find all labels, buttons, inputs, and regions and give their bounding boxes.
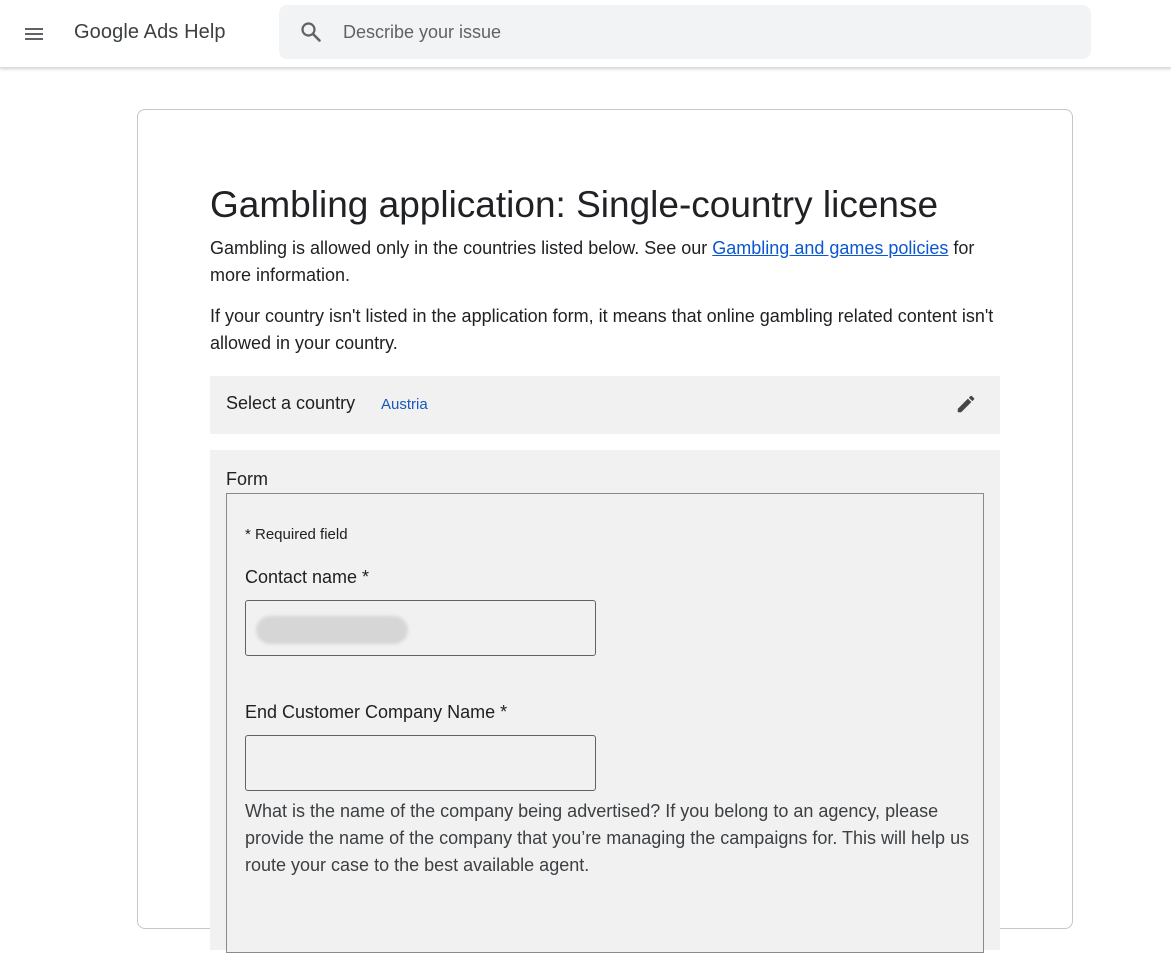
pencil-icon xyxy=(957,395,975,413)
intro-paragraph: Gambling is allowed only in the countrie… xyxy=(210,235,1010,289)
required-field-note: * Required field xyxy=(245,526,348,543)
article-card: Gambling application: Single-country lic… xyxy=(137,109,1073,953)
form-section-label: Form xyxy=(226,469,268,489)
form-section: Form * Required field Contact name * End… xyxy=(210,450,1000,953)
redacted-contact-name xyxy=(256,616,408,644)
edit-country-button[interactable] xyxy=(952,390,980,418)
page-title: Gambling application: Single-country lic… xyxy=(210,184,939,225)
brand-title[interactable]: Google Ads Help xyxy=(74,21,226,44)
hamburger-menu-icon xyxy=(25,28,43,40)
country-selector[interactable]: Select a country Austria xyxy=(210,376,1000,434)
form-fieldset: * Required field Contact name * End Cust… xyxy=(226,493,984,953)
search-icon[interactable] xyxy=(299,20,323,44)
company-name-help-text: What is the name of the company being ad… xyxy=(245,801,970,875)
gambling-policies-link[interactable]: Gambling and games policies xyxy=(712,238,948,258)
country-selector-label: Select a country xyxy=(226,393,356,413)
company-name-input[interactable] xyxy=(245,735,596,791)
search-bar[interactable] xyxy=(279,5,1091,59)
country-note-paragraph: If your country isn't listed in the appl… xyxy=(210,306,994,353)
company-name-label: End Customer Company Name * xyxy=(245,702,508,722)
top-app-bar: Google Ads Help xyxy=(0,0,1171,68)
intro-text-start: Gambling is allowed only in the countrie… xyxy=(210,238,713,258)
main-menu-button[interactable] xyxy=(14,14,54,54)
search-input[interactable] xyxy=(343,5,1073,59)
selected-country: Austria xyxy=(381,396,428,413)
contact-name-label: Contact name * xyxy=(245,567,370,587)
